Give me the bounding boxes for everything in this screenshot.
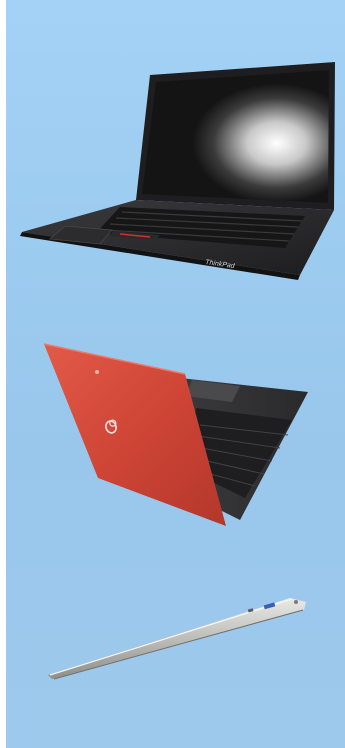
laptop-screen xyxy=(142,70,329,203)
black-laptop-graphic: ThinkPad xyxy=(20,62,335,280)
laptop-body xyxy=(48,598,306,679)
silver-laptop-image xyxy=(0,580,345,690)
black-laptop-image: ThinkPad xyxy=(0,50,345,290)
silver-laptop-graphic xyxy=(48,598,306,680)
red-laptop-image xyxy=(0,330,345,540)
laptop-lid xyxy=(44,344,226,526)
brand-mark xyxy=(95,370,99,374)
lid-highlight xyxy=(49,598,293,676)
base-edge xyxy=(53,609,304,680)
red-laptop-graphic xyxy=(43,343,308,526)
power-port xyxy=(294,600,298,604)
